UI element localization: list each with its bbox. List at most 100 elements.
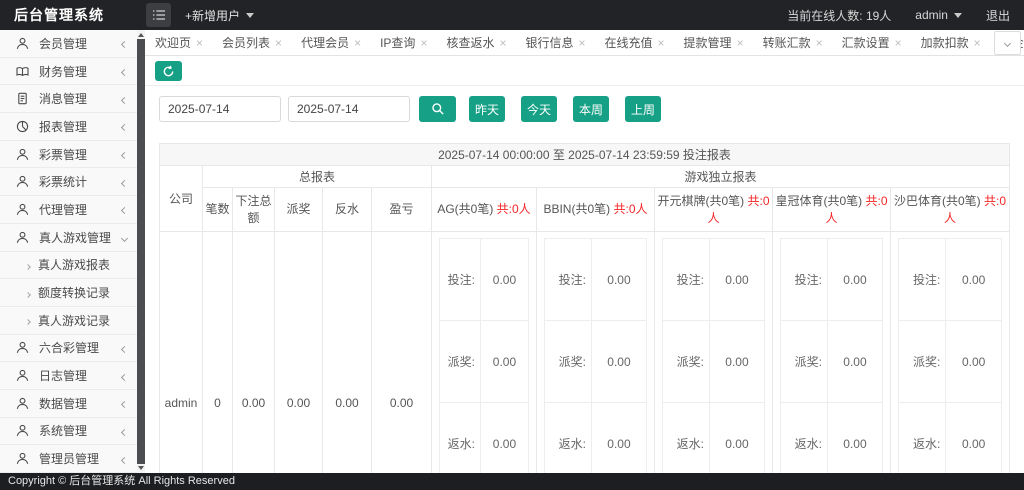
- col-bets: 笔数: [202, 187, 233, 232]
- scrollbar-thumb[interactable]: [137, 39, 145, 464]
- user-icon: [16, 231, 29, 244]
- date-to-input[interactable]: [288, 96, 410, 122]
- new-user-label: +新增用户: [185, 8, 241, 23]
- sidebar-item-finance[interactable]: 财务管理: [0, 58, 145, 86]
- tab-item[interactable]: 在线充值 ×: [605, 34, 665, 51]
- cell-bets: 0: [202, 231, 233, 473]
- close-icon[interactable]: ×: [275, 37, 282, 49]
- search-button[interactable]: [419, 96, 456, 122]
- sidebar-item-mark-six[interactable]: 六合彩管理: [0, 335, 145, 363]
- tab-item[interactable]: 代理会员 ×: [301, 34, 361, 51]
- sidebar-item-members[interactable]: 会员管理: [0, 30, 145, 58]
- sidebar-item-lottery-stats[interactable]: 彩票统计: [0, 168, 145, 197]
- book-icon: [16, 65, 29, 78]
- sub-value: 0.00: [590, 402, 648, 473]
- menu-toggle-button[interactable]: [146, 3, 171, 27]
- caret-down-icon: [246, 12, 255, 22]
- sidebar-subitem-live-game-log[interactable]: 真人游戏记录: [0, 307, 145, 335]
- tab-label: 会员列表: [222, 36, 271, 50]
- tab-label: 转账汇款: [762, 36, 811, 50]
- sidebar-subitem-quota-transfer-log[interactable]: 额度转换记录: [0, 279, 145, 307]
- tab-item[interactable]: 会员列表 ×: [222, 34, 282, 51]
- sidebar-item-admins[interactable]: 管理员管理: [0, 445, 145, 473]
- sub-value: 0.00: [708, 402, 766, 473]
- chevron-down-icon: [120, 230, 129, 244]
- cell-rebate: 0.00: [322, 231, 372, 473]
- online-label: 当前在线人数:: [787, 8, 863, 23]
- sub-label: 返水:: [439, 402, 481, 473]
- close-icon[interactable]: ×: [196, 37, 203, 49]
- tab-overflow-button[interactable]: [994, 31, 1021, 55]
- col-bet-amount: 下注总额: [232, 187, 275, 232]
- close-icon[interactable]: ×: [737, 37, 744, 49]
- game-name: BBIN(共0笔): [543, 202, 611, 217]
- online-count-text: 当前在线人数: 19人: [787, 7, 891, 24]
- sub-value: 0.00: [479, 320, 530, 403]
- sidebar-item-system[interactable]: 系统管理: [0, 418, 145, 446]
- col-game-saba: 沙巴体育(共0笔) 共:0人: [890, 187, 1010, 232]
- sidebar-item-lottery[interactable]: 彩票管理: [0, 141, 145, 169]
- tab-label: 代理会员: [301, 36, 350, 50]
- this-week-button[interactable]: 本周: [573, 96, 609, 122]
- tab-item[interactable]: 汇款设置 ×: [842, 34, 902, 51]
- tab-item[interactable]: 加款扣款 ×: [921, 34, 981, 51]
- sidebar-item-live-games[interactable]: 真人游戏管理: [0, 224, 145, 252]
- close-icon[interactable]: ×: [354, 37, 361, 49]
- tab-item[interactable]: 核查返水 ×: [446, 34, 506, 51]
- sidebar-item-label: 日志管理: [39, 369, 88, 384]
- tab-item[interactable]: 欢迎页 ×: [155, 34, 203, 51]
- game-name: AG(共0笔): [437, 202, 494, 217]
- sidebar-item-messages[interactable]: 消息管理: [0, 85, 145, 114]
- yesterday-button[interactable]: 昨天: [469, 96, 505, 122]
- tab-label: 欢迎页: [155, 36, 192, 50]
- user-menu[interactable]: admin: [915, 8, 962, 22]
- tab-label: 提款管理: [683, 36, 732, 50]
- user-icon: [16, 369, 29, 382]
- chevron-right-icon: [25, 286, 31, 300]
- chevron-left-icon: [120, 452, 129, 466]
- sub-value: 0.00: [826, 320, 884, 403]
- last-week-button[interactable]: 上周: [625, 96, 661, 122]
- close-icon[interactable]: ×: [816, 37, 823, 49]
- bet-report-table: 2025-07-14 00:00:00 至 2025-07-14 23:59:5…: [159, 143, 1010, 473]
- chevron-left-icon: [120, 424, 129, 438]
- col-game-crown: 皇冠体育(共0笔) 共:0人: [772, 187, 891, 232]
- sidebar-subitem-label: 真人游戏报表: [38, 258, 111, 273]
- sidebar-subitem-live-game-report[interactable]: 真人游戏报表: [0, 252, 145, 280]
- sidebar-item-agents[interactable]: 代理管理: [0, 196, 145, 224]
- scroll-up-icon[interactable]: [137, 30, 145, 39]
- game-name: 皇冠体育(共0笔): [775, 193, 863, 208]
- tab-item[interactable]: 转账汇款 ×: [763, 34, 823, 51]
- tab-item[interactable]: IP查询 ×: [380, 34, 427, 51]
- cell-game-saba: 投注:0.00 派奖:0.00 返水:0.00 盈亏:0.00: [890, 231, 1010, 473]
- close-icon[interactable]: ×: [895, 37, 902, 49]
- date-from-input[interactable]: [159, 96, 281, 122]
- chevron-left-icon: [120, 202, 129, 216]
- today-button[interactable]: 今天: [521, 96, 557, 122]
- close-icon[interactable]: ×: [974, 37, 981, 49]
- close-icon[interactable]: ×: [499, 37, 506, 49]
- sub-value: 0.00: [826, 402, 884, 473]
- tab-item[interactable]: 提款管理 ×: [684, 34, 744, 51]
- close-icon[interactable]: ×: [420, 37, 427, 49]
- sub-label: 投注:: [780, 238, 828, 321]
- sidebar-item-label: 财务管理: [39, 64, 88, 79]
- sidebar-scrollbar[interactable]: [137, 30, 145, 473]
- close-icon[interactable]: ×: [658, 37, 665, 49]
- tab-label: 汇款设置: [841, 36, 890, 50]
- scroll-down-icon[interactable]: [137, 464, 145, 473]
- sidebar-item-logs[interactable]: 日志管理: [0, 362, 145, 390]
- close-icon[interactable]: ×: [579, 37, 586, 49]
- sidebar-item-data[interactable]: 数据管理: [0, 390, 145, 418]
- logout-button[interactable]: 退出: [986, 7, 1010, 24]
- sidebar-item-reports[interactable]: 报表管理: [0, 113, 145, 141]
- group-header-row: 公司 总报表 游戏独立报表: [159, 165, 1010, 232]
- col-game-bbin: BBIN(共0笔) 共:0人: [536, 187, 655, 232]
- refresh-button[interactable]: [155, 61, 182, 81]
- game-subtable: 投注:0.00 派奖:0.00 返水:0.00 盈亏:0.00: [544, 238, 648, 473]
- chevron-left-icon: [120, 369, 129, 383]
- tab-item[interactable]: 银行信息 ×: [525, 34, 585, 51]
- user-icon: [16, 452, 29, 465]
- sub-value: 0.00: [945, 238, 1002, 321]
- new-user-dropdown[interactable]: +新增用户: [185, 0, 255, 30]
